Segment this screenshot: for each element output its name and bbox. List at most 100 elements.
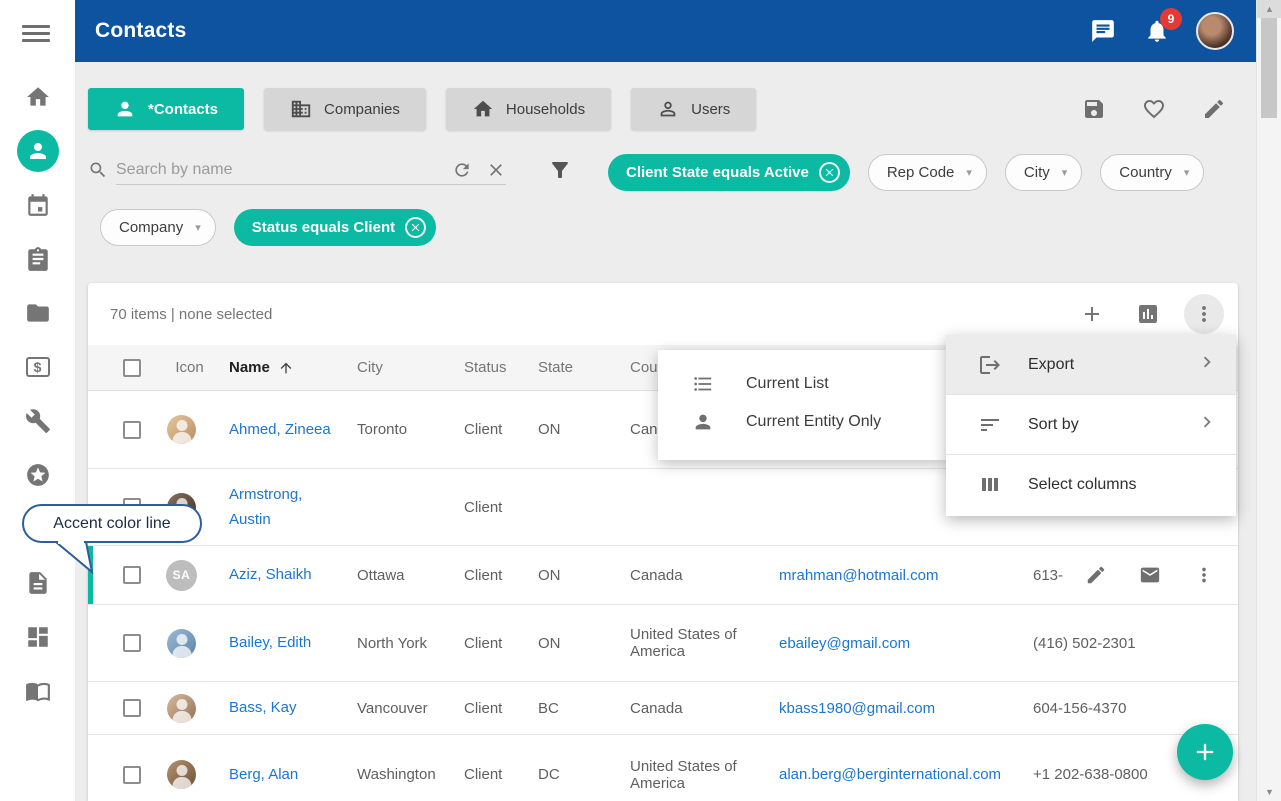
search-input[interactable] <box>116 161 438 179</box>
close-icon[interactable] <box>486 160 506 180</box>
menu-item-current-entity-only[interactable]: Current Entity Only <box>658 403 947 441</box>
add-contact-fab[interactable] <box>1177 724 1233 780</box>
row-checkbox[interactable] <box>123 421 141 439</box>
row-hover-actions <box>1065 547 1238 603</box>
tab-users-label: Users <box>691 101 730 118</box>
notifications-button[interactable]: 9 <box>1142 16 1172 46</box>
vertical-scrollbar[interactable]: ▲ ▼ <box>1256 0 1281 801</box>
sidebar-item-favorites[interactable] <box>0 448 75 502</box>
column-header-icon[interactable]: Icon <box>150 359 229 376</box>
sidebar-item-library[interactable] <box>0 664 75 718</box>
email-link[interactable]: mrahman@hotmail.com <box>779 567 938 584</box>
chat-button[interactable] <box>1088 16 1118 46</box>
save-icon[interactable] <box>1082 97 1106 121</box>
row-checkbox[interactable] <box>123 766 141 784</box>
menu-item-export[interactable]: Export <box>946 335 1236 395</box>
menu-item-current-list[interactable]: Current List <box>658 365 947 403</box>
cell-city: Toronto <box>357 421 464 438</box>
table-row[interactable]: Berg, Alan Washington Client DC United S… <box>88 735 1238 801</box>
person-icon <box>692 411 714 433</box>
row-checkbox[interactable] <box>123 699 141 717</box>
sidebar-item-contacts-active[interactable] <box>0 124 75 178</box>
select-all-checkbox[interactable] <box>123 359 141 377</box>
table-row[interactable]: Bailey, Edith North York Client ON Unite… <box>88 605 1238 682</box>
sidebar-item-calendar[interactable] <box>0 178 75 232</box>
menu-icon[interactable] <box>22 21 50 43</box>
email-link[interactable]: alan.berg@berginternational.com <box>779 766 1001 783</box>
cell-country: United States of America <box>630 626 779 660</box>
tab-households-label: Households <box>506 101 585 118</box>
chart-view-button[interactable] <box>1128 294 1168 334</box>
column-header-name[interactable]: Name <box>229 359 357 376</box>
menu-item-sort-by[interactable]: Sort by <box>946 395 1236 455</box>
contact-name-link[interactable]: Aziz, Shaikh <box>229 566 312 583</box>
scroll-up-icon[interactable]: ▲ <box>1257 0 1281 18</box>
column-header-city[interactable]: City <box>357 359 464 376</box>
sidebar-item-tools[interactable] <box>0 394 75 448</box>
table-row-selected[interactable]: SA Aziz, Shaikh Ottawa Client ON Canada … <box>88 546 1238 605</box>
contact-name-link[interactable]: Bailey, Edith <box>229 634 311 651</box>
cell-state: BC <box>538 700 630 717</box>
pencil-icon[interactable] <box>1202 97 1226 121</box>
add-icon <box>1080 302 1104 326</box>
remove-filter-icon[interactable] <box>405 217 426 238</box>
email-link[interactable]: ebailey@gmail.com <box>779 635 910 652</box>
chip-rep-code[interactable]: Rep Code ▾ <box>868 154 987 191</box>
cell-city: Vancouver <box>357 700 464 717</box>
contact-name-link[interactable]: Armstrong, Austin <box>229 486 302 529</box>
cell-status: Client <box>464 635 538 652</box>
avatar <box>167 415 196 444</box>
billing-icon: $ <box>26 357 50 377</box>
chip-city[interactable]: City ▾ <box>1005 154 1082 191</box>
contact-name-link[interactable]: Ahmed, Zineea <box>229 421 331 438</box>
list-icon <box>692 373 714 395</box>
contact-name-link[interactable]: Bass, Kay <box>229 699 297 716</box>
contact-name-link[interactable]: Berg, Alan <box>229 766 298 783</box>
folder-icon <box>25 300 51 326</box>
row-checkbox[interactable] <box>123 566 141 584</box>
sidebar-item-folder[interactable] <box>0 286 75 340</box>
tab-companies[interactable]: Companies <box>264 88 426 130</box>
chip-client-state-label: Client State equals Active <box>626 164 809 181</box>
chip-company[interactable]: Company ▾ <box>100 209 216 246</box>
chip-client-state[interactable]: Client State equals Active <box>608 154 850 191</box>
column-header-state[interactable]: State <box>538 359 630 376</box>
sidebar-item-billing[interactable]: $ <box>0 340 75 394</box>
email-link[interactable]: kbass1980@gmail.com <box>779 700 935 717</box>
chip-country[interactable]: Country ▾ <box>1100 154 1204 191</box>
add-button[interactable] <box>1072 294 1112 334</box>
menu-item-label: Sort by <box>1028 416 1079 434</box>
heart-icon[interactable] <box>1142 97 1166 121</box>
tab-users[interactable]: Users <box>631 88 756 130</box>
table-row[interactable]: Bass, Kay Vancouver Client BC Canada kba… <box>88 682 1238 735</box>
scrollbar-thumb[interactable] <box>1261 18 1277 118</box>
menu-item-select-columns[interactable]: Select columns <box>946 455 1236 515</box>
scroll-down-icon[interactable]: ▼ <box>1257 783 1281 801</box>
row-checkbox[interactable] <box>123 634 141 652</box>
filter-icon[interactable] <box>548 158 572 187</box>
kebab-icon[interactable] <box>1193 564 1215 586</box>
chip-status[interactable]: Status equals Client <box>234 209 436 246</box>
sidebar-item-dashboard[interactable] <box>0 610 75 664</box>
search-icon <box>88 160 108 185</box>
sidebar-item-home[interactable] <box>0 70 75 124</box>
tools-icon <box>25 408 51 434</box>
filter-area: Client State equals Active Rep Code ▾ Ci… <box>88 154 1238 246</box>
refresh-icon[interactable] <box>452 160 472 180</box>
remove-filter-icon[interactable] <box>819 162 840 183</box>
contacts-icon <box>17 130 59 172</box>
column-header-status[interactable]: Status <box>464 359 538 376</box>
sidebar-item-tasks[interactable] <box>0 232 75 286</box>
library-icon <box>25 678 51 704</box>
add-icon <box>1191 738 1219 766</box>
tab-households[interactable]: Households <box>446 88 611 130</box>
tasks-icon <box>25 246 51 272</box>
tab-contacts[interactable]: *Contacts <box>88 88 244 130</box>
user-avatar[interactable] <box>1196 12 1234 50</box>
avatar <box>167 694 196 723</box>
more-options-button[interactable] <box>1184 294 1224 334</box>
person-icon <box>114 98 136 120</box>
mail-icon[interactable] <box>1139 564 1161 586</box>
pencil-icon[interactable] <box>1085 564 1107 586</box>
chip-company-label: Company <box>119 219 183 236</box>
